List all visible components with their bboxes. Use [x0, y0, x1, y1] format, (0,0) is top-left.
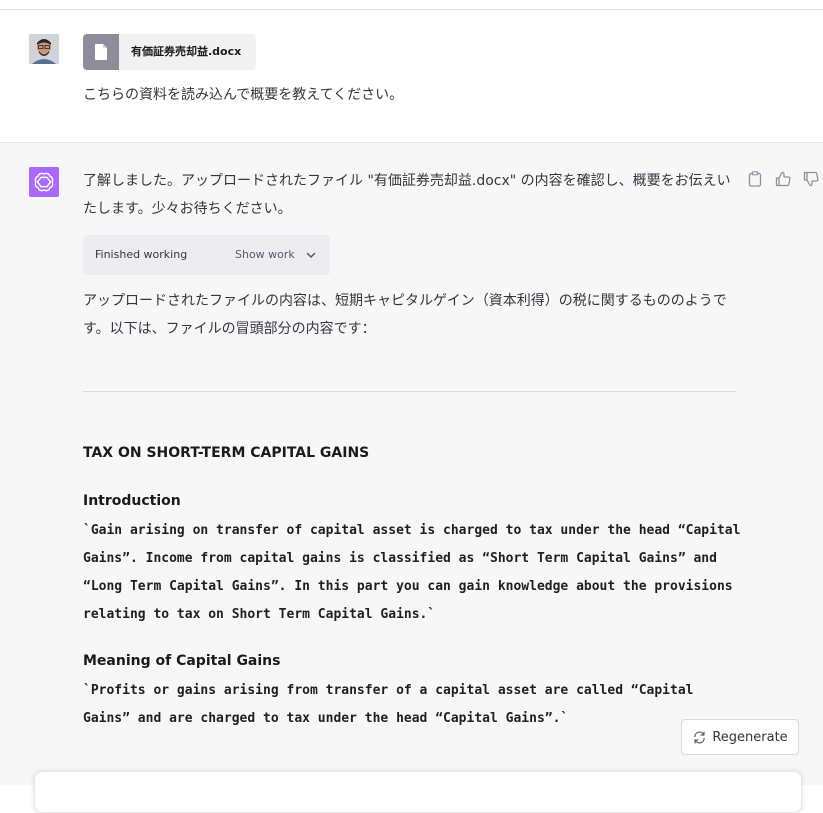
assistant-summary-text: アップロードされたファイルの内容は、短期キャピタルゲイン（資本利得）の税に関する… [83, 293, 727, 337]
chat-input[interactable] [34, 771, 802, 813]
show-work-button[interactable]: Show work [235, 235, 295, 275]
assistant-avatar [29, 167, 59, 197]
introduction-heading: Introduction [83, 493, 181, 509]
thumbs-down-icon[interactable] [802, 170, 820, 188]
user-message [0, 10, 823, 143]
introduction-code-text: `Gain arising on transfer of capital ass… [83, 523, 741, 622]
assistant-message: 了解しました。アップロードされたファイル "有価証券売却益.docx" の内容を… [0, 143, 823, 785]
meaning-code-text: `Profits or gains arising from transfer … [83, 683, 694, 726]
clipboard-icon[interactable] [746, 170, 764, 188]
user-message-text: こちらの資料を読み込んで概要を教えてください。 [83, 87, 404, 103]
thumbs-up-icon[interactable] [774, 170, 792, 188]
file-icon [83, 34, 119, 70]
refresh-icon [692, 730, 706, 744]
document-title: TAX ON SHORT-TERM CAPITAL GAINS [83, 445, 370, 461]
user-avatar [29, 34, 59, 64]
work-status-label: Finished working [95, 248, 188, 261]
user-avatar-image [29, 34, 59, 64]
file-name: 有価証券売却益.docx [131, 45, 242, 58]
attached-file-chip[interactable]: 有価証券売却益.docx [83, 34, 256, 70]
work-status-panel: Finished working Show work [83, 235, 330, 275]
message-actions [746, 170, 820, 190]
openai-logo-icon [34, 172, 54, 192]
assistant-intro-text: 了解しました。アップロードされたファイル "有価証券売却益.docx" の内容を… [83, 173, 731, 217]
chevron-down-icon[interactable] [304, 248, 318, 262]
regenerate-label: Regenerate [712, 729, 788, 745]
meaning-heading: Meaning of Capital Gains [83, 653, 281, 669]
divider [83, 391, 736, 392]
regenerate-button[interactable]: Regenerate [681, 719, 799, 755]
